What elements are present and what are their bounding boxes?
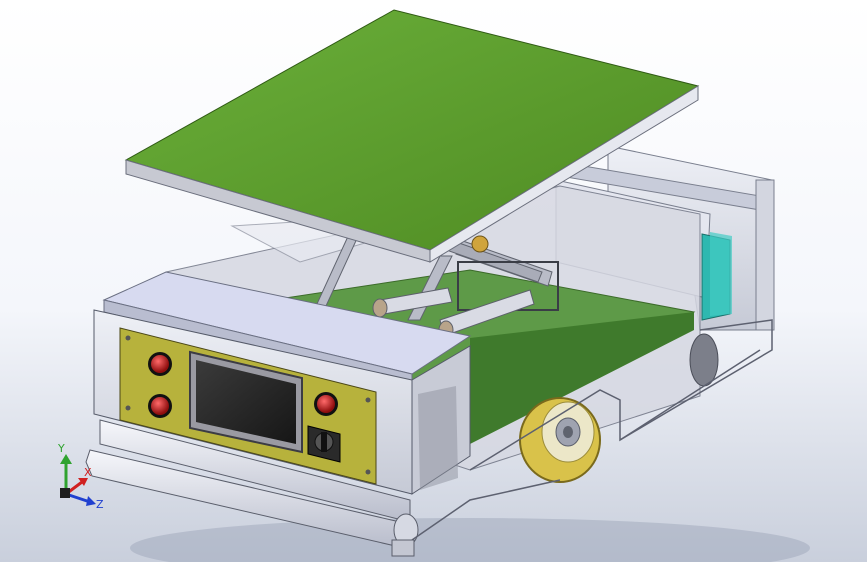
rear-wheel (689, 333, 719, 387)
triad-origin (60, 488, 70, 498)
battery-box (701, 232, 732, 321)
ground-shadow (130, 518, 810, 562)
cad-viewport[interactable]: Y X Z (0, 0, 867, 562)
z-axis-arrowhead (86, 496, 96, 506)
drive-wheel (519, 397, 601, 483)
emergency-button-2[interactable] (148, 394, 172, 418)
x-axis-label: X (84, 466, 92, 479)
emergency-button-1[interactable] (148, 352, 172, 376)
z-axis-label: Z (96, 498, 104, 511)
agv-lift-cart-model[interactable]: Y X Z (0, 0, 867, 562)
y-axis-label: Y (57, 442, 65, 455)
y-axis-arrowhead (60, 454, 72, 464)
emergency-button-3[interactable] (314, 392, 338, 416)
